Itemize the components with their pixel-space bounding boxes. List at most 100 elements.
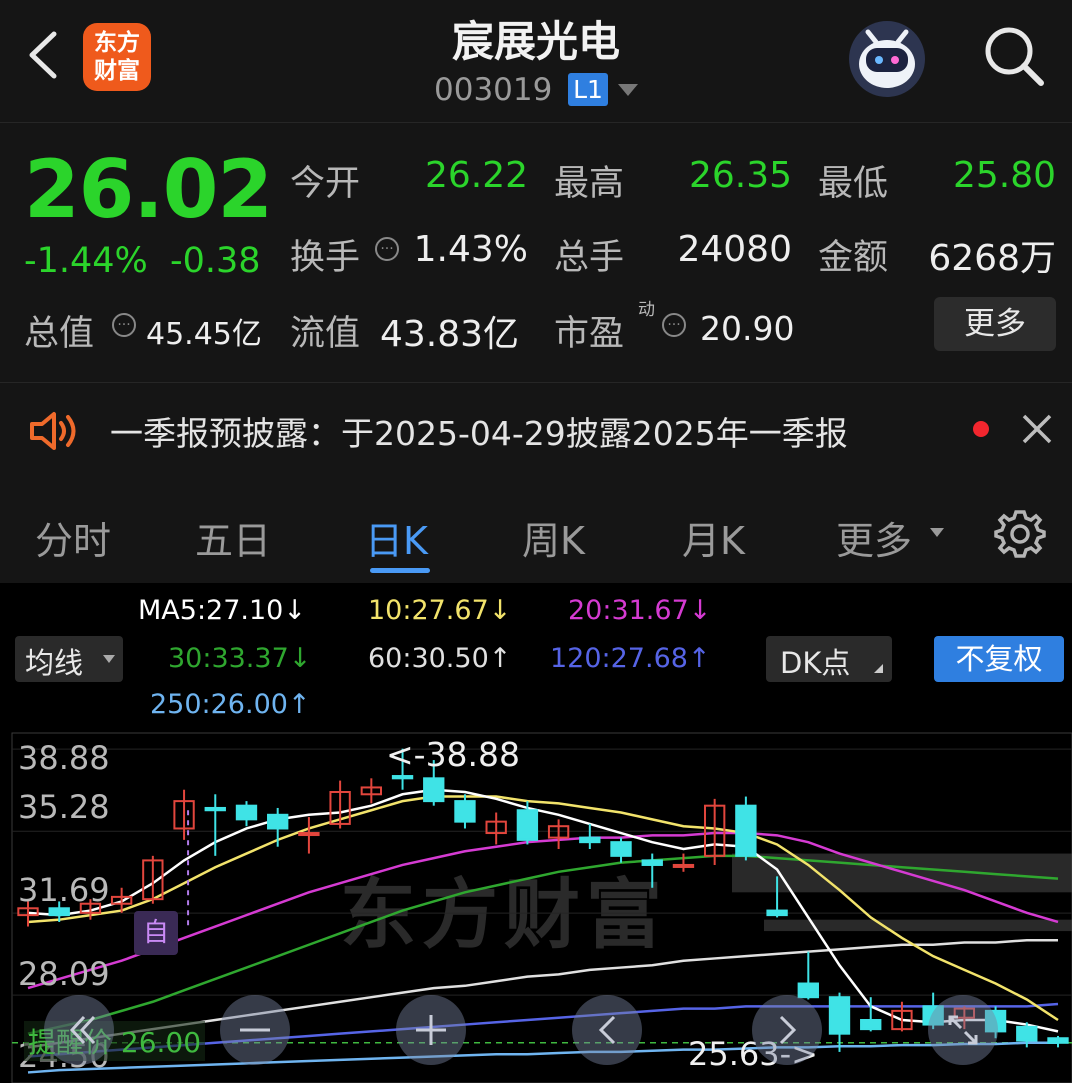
level-badge[interactable]: L1 [568,73,608,106]
high-price-marker: <-38.88 [386,735,521,774]
y-tick-label: 28.09 [18,955,110,993]
ma60-label: 60:30.50↑ [368,643,512,674]
pe-value: 20.90 [700,309,795,348]
candle-body [235,804,258,821]
dropdown-triangle-icon[interactable] [618,84,638,96]
speaker-icon [28,409,82,453]
tab-weekly-k[interactable]: 周K [522,510,585,565]
change-percent: -1.44% [24,241,148,281]
candle-body [672,863,695,868]
zoom-in-button[interactable] [396,995,466,1065]
scroll-right-button[interactable] [752,995,822,1065]
announcement-text[interactable]: 一季报预披露：于2025-04-29披露2025年一季报 [110,407,848,455]
mktcap-label: 总值 [24,314,95,354]
self-select-badge[interactable]: 自 [134,911,178,955]
candle-body [828,996,851,1035]
candle-body [641,859,663,866]
turnover-label: 换手 [290,238,361,278]
ma10-label: 10:27.67↓ [368,595,512,626]
volume-value: 24080 [677,229,792,270]
zoom-out-button[interactable] [220,995,290,1065]
dropdown-triangle-icon[interactable] [930,528,944,537]
more-button[interactable]: 更多 [934,297,1056,351]
pe-dynamic-sup: 动 [638,300,655,320]
logo-line2: 财富 [94,58,140,84]
pe-label: 市盈 [554,314,625,354]
high-value: 26.35 [688,155,792,196]
candle-body [610,841,632,857]
kline-chart-area: MA5:27.10↓ 10:27.67↓ 20:31.67↓ 均线 30:33.… [0,583,1072,1083]
candle-body [267,813,289,830]
active-tab-underline [370,568,430,573]
low-value: 25.80 [952,155,1056,196]
logo-line1: 东方 [94,30,140,56]
y-tick-label: 38.88 [18,739,110,777]
open-label: 今开 [290,164,361,204]
high-label: 最高 [554,164,625,204]
y-tick-label: 35.28 [18,788,110,826]
candle-body [204,806,226,812]
top-bar: 东方 财富 宸展光电 003019 L1 [0,0,1072,122]
candle-body [735,804,757,857]
info-dots-icon[interactable]: ··· [662,313,686,337]
tab-monthly-k[interactable]: 月K [682,510,745,565]
tab-intraday[interactable]: 分时 [35,510,111,565]
candle-body [516,809,539,841]
quote-panel: 26.02 -1.44% -0.38 今开 26.22 最高 26.35 最低 … [0,122,1072,383]
candle-body [298,832,320,837]
zoom-out-left-button[interactable] [44,995,114,1065]
mktcap-value: 45.45亿 [146,317,262,352]
announcement-bar[interactable]: 一季报预披露：于2025-04-29披露2025年一季报 [0,382,1072,479]
candle-body [1016,1025,1038,1042]
open-value: 26.22 [424,155,528,196]
float-cap-value: 43.83亿 [380,314,520,355]
settings-gear-icon[interactable] [994,508,1046,560]
ma-select-button[interactable]: 均线 [15,636,123,682]
y-tick-label: 31.69 [18,871,110,909]
unread-dot [973,421,989,437]
adjust-toggle-button[interactable]: 不复权 [934,636,1064,682]
ma10-line [27,795,1059,1022]
ma250-label: 250:26.00↑ [150,689,311,720]
ma120-label: 120:27.68↑ [550,643,711,674]
ma30-label: 30:33.37↓ [168,643,312,674]
last-price: 26.02 [24,143,273,236]
candle-body [391,775,414,780]
robot-assistant-icon[interactable] [846,18,928,100]
candle-body [1047,1037,1069,1044]
tab-more[interactable]: 更多 [836,510,912,565]
candle-body [579,836,601,844]
candle-body [860,1019,882,1031]
candle-body [423,777,445,803]
amount-value: 6268万 [928,238,1056,279]
candle-body [766,909,788,917]
ma5-label: MA5:27.10↓ [138,595,306,626]
eastmoney-logo[interactable]: 东方 财富 [83,23,151,91]
dk-point-button[interactable]: DK点 [766,636,892,682]
change-amount: -0.38 [170,241,261,281]
candle-body [48,907,70,917]
ma-select-label: 均线 [25,646,84,680]
stock-code: 003019 [434,72,553,108]
float-cap-label: 流值 [290,314,361,354]
back-chevron-icon[interactable] [22,30,62,80]
candle-body [454,800,476,823]
search-icon[interactable] [982,24,1046,88]
corner-triangle-icon [874,664,883,673]
fullscreen-button[interactable] [928,995,998,1065]
tab-daily-k[interactable]: 日K [365,510,428,565]
dropdown-triangle-icon [103,655,115,663]
scroll-left-button[interactable] [572,995,642,1065]
stock-name: 宸展光电 [451,17,620,66]
ma20-label: 20:31.67↓ [568,595,712,626]
info-dots-icon[interactable]: ··· [112,313,136,337]
tab-five-day[interactable]: 五日 [195,510,271,565]
dk-point-label: DK点 [780,646,851,680]
volume-label: 总手 [554,238,625,278]
turnover-value: 1.43% [413,229,528,270]
close-icon[interactable] [1018,410,1056,448]
amount-label: 金额 [818,238,889,278]
low-label: 最低 [818,164,889,204]
period-tabs: 分时 五日 日K 周K 月K 更多 [0,478,1072,583]
high-price-value: 38.88 [425,735,521,774]
